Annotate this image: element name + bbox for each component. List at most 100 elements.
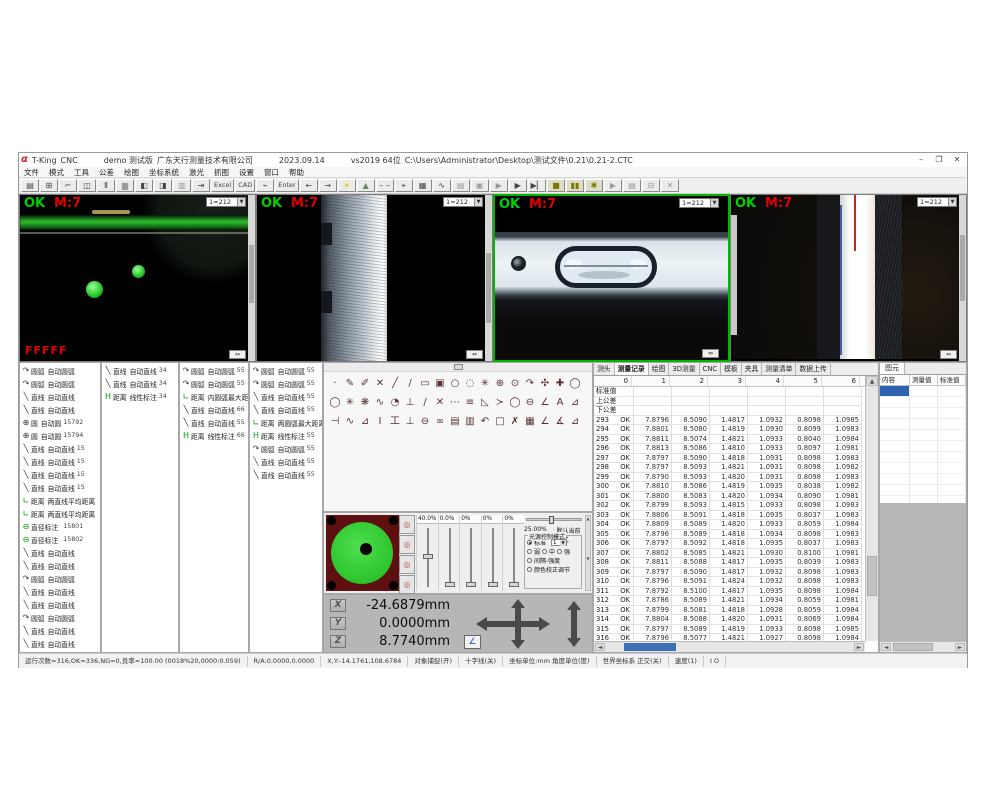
element-row[interactable] (880, 386, 966, 397)
tool-button[interactable]: ▣ (433, 377, 447, 391)
light-slider[interactable]: 40.0% (416, 515, 438, 591)
palette-grip[interactable] (324, 363, 592, 372)
camera-scale-dropdown[interactable]: 1=212▼ (679, 198, 719, 208)
radio-icon[interactable] (527, 567, 532, 572)
list-item[interactable]: ╲ 直线 自动直线 55 (250, 468, 322, 481)
scroll-up-icon[interactable]: ▲ (866, 376, 878, 386)
camera-scale-dropdown[interactable]: 1=212▼ (206, 197, 246, 207)
slider-thumb[interactable] (466, 582, 476, 587)
tool-button[interactable]: ◌ (463, 377, 477, 391)
table-row[interactable]: 294OK 7.8801 8.5080 1.4819 1.0930 0.8099… (594, 425, 878, 435)
tool-button[interactable]: ⋯ (448, 396, 462, 410)
table-row[interactable]: 314OK 7.8804 8.5088 1.4820 1.0931 0.8069… (594, 615, 878, 625)
menu-item[interactable]: 抓图 (209, 167, 234, 178)
list-item[interactable]: ╲ 直线 自动直线 (20, 585, 100, 598)
menu-item[interactable]: 激光 (184, 167, 209, 178)
list-item[interactable]: ╲ 直线 自动直线 15 (20, 442, 100, 455)
toolbar-button[interactable]: ⌖ (395, 179, 413, 192)
tolerance-row[interactable]: 下公差 (594, 406, 878, 416)
list-item[interactable]: ⊕ 圆 自动圆 15794 (20, 429, 100, 442)
toolbar-button[interactable]: ⊟ (642, 179, 660, 192)
tool-button[interactable]: A (553, 396, 567, 410)
tool-button[interactable]: ❋ (358, 396, 372, 410)
list-item[interactable]: ∟ 距离 内圆弧最大距 (180, 390, 248, 403)
tool-button[interactable]: ≻ (493, 396, 507, 410)
list-item[interactable]: ╲ 直线 自动直线 34 (102, 377, 178, 390)
toolbar-button[interactable]: Ⅱ (97, 179, 115, 192)
ring-segment-button[interactable]: ◎ (399, 555, 415, 574)
element-horizontal-scrollbar[interactable]: ◄ ► (880, 641, 966, 652)
chevron-down-icon[interactable]: ▼ (948, 198, 956, 206)
tool-button[interactable]: ∠ (538, 415, 552, 429)
toolbar-button[interactable]: ✱ (585, 179, 603, 192)
radio-icon[interactable] (542, 549, 547, 554)
toolbar-button[interactable]: ▶ (509, 179, 527, 192)
list-item[interactable]: ╲ 直线 自动直线 34 (102, 364, 178, 377)
selected-cell[interactable] (880, 386, 910, 397)
tool-button[interactable]: ▭ (418, 377, 432, 391)
tool-button[interactable]: ✚ (553, 377, 567, 391)
maximize-button[interactable]: ❐ (931, 155, 947, 166)
toolbar-button[interactable]: ▤ (623, 179, 641, 192)
light-panel-scrollbar[interactable]: ▲▼ (585, 515, 591, 591)
joystick-pad[interactable] (326, 515, 399, 591)
tool-button[interactable]: ∕ (403, 377, 417, 391)
list-item[interactable]: ↷ 圆弧 自动圆弧 (20, 377, 100, 390)
list-item[interactable]: ∟ 距离 两圆弧最大距离 (250, 416, 322, 429)
tool-button[interactable]: ◯ (328, 396, 342, 410)
tool-button[interactable]: ◺ (478, 396, 492, 410)
ring-segment-button[interactable]: ◎ (399, 515, 415, 534)
toolbar-button[interactable]: ▣ (471, 179, 489, 192)
tool-button[interactable]: ⊖ (523, 396, 537, 410)
light-slider[interactable]: 0% (459, 515, 481, 591)
list-item[interactable]: ╲ 直线 自动直线 (20, 559, 100, 572)
list-item[interactable]: H 距离 线性标注 34 (102, 390, 178, 403)
toolbar-button[interactable]: ▆ (116, 179, 134, 192)
toolbar-button[interactable]: Enter (275, 179, 298, 192)
menu-item[interactable]: 文件 (19, 167, 44, 178)
table-row[interactable]: 311OK 7.8792 8.5100 1.4817 1.0935 0.8098… (594, 587, 878, 597)
ring-segment-button[interactable]: ◎ (399, 575, 415, 594)
list-item[interactable]: ↷ 圆弧 自动圆弧 55 (250, 377, 322, 390)
list-item[interactable]: ╲ 直线 自动直线 55 (180, 416, 248, 429)
camera-panel-3[interactable]: OK M:7 1=212▼ ⇔ (493, 194, 730, 362)
list-item[interactable]: ╲ 直线 自动直线 66 (180, 403, 248, 416)
table-tab[interactable]: 数据上传 (796, 363, 830, 375)
list-item[interactable]: ↷ 圆弧 自动圆弧 55 (250, 442, 322, 455)
tool-button[interactable]: ↶ (478, 415, 492, 429)
jog-arrows[interactable] (474, 597, 589, 651)
slider-thumb[interactable] (423, 554, 433, 559)
list-item[interactable]: ╲ 直线 自动直线 55 (250, 455, 322, 468)
tool-button[interactable]: ∠ (538, 396, 552, 410)
axis-y-button[interactable]: Y (330, 617, 346, 630)
table-row[interactable]: 293OK 7.8796 8.5090 1.4817 1.0932 0.8098… (594, 416, 878, 426)
list-item[interactable]: ╲ 直线 自动直线 55 (250, 403, 322, 416)
tolerance-row[interactable]: 上公差 (594, 397, 878, 407)
list-item[interactable]: ⊖ 直径标注 15802 (20, 533, 100, 546)
ring-segment-button[interactable]: ◎ (399, 535, 415, 554)
table-row[interactable]: 310OK 7.8796 8.5091 1.4824 1.0932 0.8098… (594, 577, 878, 587)
list-item[interactable]: ∟ 距离 两直线平均距离 (20, 507, 100, 520)
list-item[interactable]: ╲ 直线 自动直线 (20, 390, 100, 403)
list-item[interactable]: ╲ 直线 自动直线 15 (20, 455, 100, 468)
table-row[interactable]: 296OK 7.8813 8.5086 1.4810 1.0933 0.8097… (594, 444, 878, 454)
table-row[interactable]: 309OK 7.8797 8.5090 1.4817 1.0932 0.8098… (594, 568, 878, 578)
list-item[interactable]: ∟ 距离 两直线平均距离 (20, 494, 100, 507)
toolbar-button[interactable]: ⌁ (256, 179, 274, 192)
table-tab[interactable]: CNC (700, 363, 722, 375)
table-row[interactable]: 298OK 7.8797 8.5093 1.4821 1.0931 0.8098… (594, 463, 878, 473)
table-row[interactable]: 306OK 7.8797 8.5092 1.4818 1.0935 0.8037… (594, 539, 878, 549)
tool-button[interactable]: ⊣ (328, 415, 342, 429)
toolbar-button[interactable]: ▶ (604, 179, 622, 192)
toolbar-button[interactable]: ◫ (78, 179, 96, 192)
tool-button[interactable]: ∕ (418, 396, 432, 410)
camera-scrollbar[interactable] (731, 215, 737, 335)
minimize-button[interactable]: – (913, 155, 929, 166)
camera-scale-dropdown[interactable]: 1=212▼ (443, 197, 483, 207)
toolbar-button[interactable]: ▶ (490, 179, 508, 192)
slider-thumb[interactable] (488, 582, 498, 587)
table-row[interactable]: 297OK 7.8797 8.5090 1.4818 1.0931 0.8098… (594, 454, 878, 464)
toolbar-button[interactable]: ▤ (21, 179, 39, 192)
tool-button[interactable]: ⊿ (358, 415, 372, 429)
tool-button[interactable]: ⊖ (418, 415, 432, 429)
